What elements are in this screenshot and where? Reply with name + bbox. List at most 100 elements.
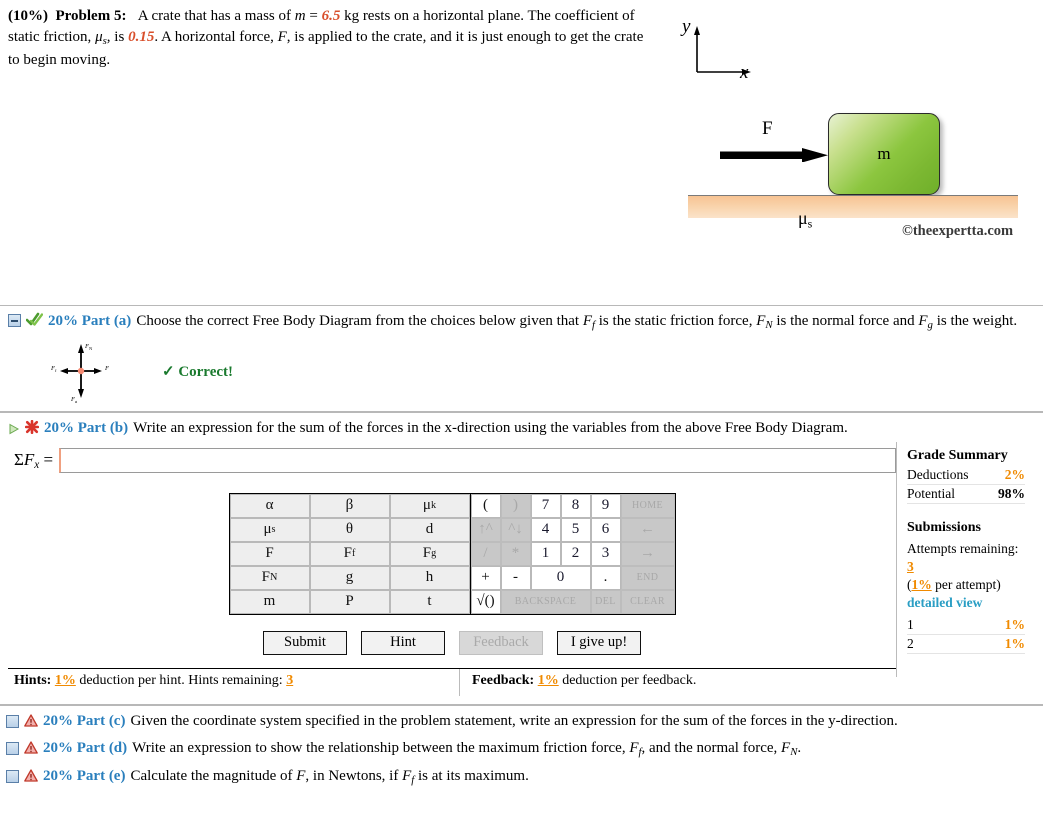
ground-surface <box>688 195 1018 218</box>
coordinate-axes-icon <box>694 26 751 75</box>
part-d-text-1: Write an expression to show the relation… <box>132 740 630 757</box>
mu-value: 0.15 <box>128 29 155 46</box>
keypad-calc-button[interactable]: + <box>470 565 501 590</box>
keypad-calc-button: DEL <box>590 589 621 614</box>
keypad-var-button[interactable]: g <box>309 565 390 590</box>
keypad-calc-button[interactable]: 4 <box>530 517 561 542</box>
keypad-var-button[interactable]: d <box>389 517 470 542</box>
keypad-var-button[interactable]: m <box>229 589 310 614</box>
keypad-calc-button[interactable]: √() <box>470 589 501 614</box>
problem-weight: (10%) <box>8 8 48 24</box>
expand-box-icon[interactable] <box>6 714 19 728</box>
keypad-var-button[interactable]: t <box>389 589 470 614</box>
per-attempt-pct[interactable]: 1% <box>912 577 932 592</box>
problem-statement-text: (10%) Problem 5: A crate that has a mass… <box>8 6 648 71</box>
feedback-info: Feedback: 1% deduction per feedback. <box>460 669 702 696</box>
keypad-row: FFfFg <box>229 541 470 566</box>
submission-row: 2 1% <box>907 635 1025 655</box>
keypad-calc-button[interactable]: 3 <box>590 541 621 566</box>
hint-button[interactable]: Hint <box>361 630 445 655</box>
problem-line1-b: kg rests on a horizontal plane. The <box>340 8 551 24</box>
keypad-calc-button: ← <box>620 517 675 542</box>
part-e-text-1: Calculate the magnitude of <box>130 767 297 784</box>
keypad-var-button[interactable]: α <box>229 493 310 518</box>
svg-text:N: N <box>89 346 93 351</box>
problem-line1-a: A crate that has a mass of <box>137 8 295 24</box>
keypad-variables-section: αβμkμsθdFFfFgFNghmPt <box>229 493 471 614</box>
keypad-calc-button[interactable]: 8 <box>560 493 591 518</box>
part-a-text-2: is the static friction force, <box>595 313 757 329</box>
hints-deduction-pct[interactable]: 1% <box>55 673 76 688</box>
keypad-var-button[interactable]: μs <box>229 517 310 542</box>
expand-triangle-icon[interactable] <box>8 421 20 441</box>
keypad-var-button[interactable]: F <box>229 541 310 566</box>
attempts-info: Attempts remaining: 3 (1% per attempt) d… <box>907 538 1025 613</box>
keypad-var-button[interactable]: h <box>389 565 470 590</box>
attempts-remaining-value[interactable]: 3 <box>907 559 914 574</box>
collapse-box-icon[interactable] <box>8 314 21 327</box>
part-a-var-fn: F <box>756 313 766 329</box>
keypad-row: μsθd <box>229 517 470 542</box>
part-c-block[interactable]: 20% Part (c) Given the coordinate system … <box>0 709 1043 737</box>
mass-variable: m <box>294 8 306 24</box>
force-arrow-icon <box>720 148 828 162</box>
free-body-diagram-icon: F N F f F F g <box>50 343 110 403</box>
part-d-block[interactable]: 20% Part (d) Write an expression to show … <box>0 736 1043 764</box>
part-d-text-3: . <box>797 740 802 757</box>
force-variable: F <box>277 29 287 46</box>
part-a-text-5: the weight. <box>950 313 1018 329</box>
problem-line2-b: , is <box>106 29 129 46</box>
problem-label: Problem 5: <box>55 8 127 24</box>
feedback-deduction-pct[interactable]: 1% <box>538 673 559 688</box>
keypad-calc-button[interactable]: ( <box>470 493 501 518</box>
deductions-value: 2% <box>1004 466 1025 482</box>
give-up-button[interactable]: I give up! <box>557 630 641 655</box>
force-arrow-label: F <box>762 118 773 139</box>
keypad-calc-button[interactable]: 2 <box>560 541 591 566</box>
keypad-calc-button[interactable]: 7 <box>530 493 561 518</box>
keypad-calc-button[interactable]: . <box>590 565 621 590</box>
keypad-var-button[interactable]: θ <box>309 517 390 542</box>
part-a-block: 20% Part (a) Choose the correct Free Body… <box>0 305 1043 413</box>
keypad-calc-button: / <box>470 541 501 566</box>
hints-remaining-count[interactable]: 3 <box>286 673 293 688</box>
expand-box-icon[interactable] <box>6 742 19 756</box>
keypad-var-button[interactable]: μk <box>389 493 470 518</box>
keypad-row: / * 1 2 3 → <box>470 541 675 566</box>
crate-block: m <box>828 113 940 195</box>
part-e-title: 20% Part (e) <box>43 767 126 784</box>
part-e-block[interactable]: 20% Part (e) Calculate the magnitude of F… <box>0 764 1043 792</box>
keypad-calc-button[interactable]: 6 <box>590 517 621 542</box>
keypad-calc-button[interactable]: 0 <box>530 565 591 590</box>
crate-mass-label: m <box>877 144 891 163</box>
feedback-button: Feedback <box>459 630 543 655</box>
keypad-var-button[interactable]: FN <box>229 565 310 590</box>
expand-box-icon[interactable] <box>6 769 19 783</box>
y-axis-label: y <box>682 16 691 37</box>
part-e-text-3: is at its maximum. <box>414 767 529 784</box>
detailed-view-link[interactable]: detailed view <box>907 595 982 610</box>
keypad-var-button[interactable]: Fg <box>389 541 470 566</box>
mass-value: 6.5 <box>321 8 341 24</box>
keypad-calc-button: ) <box>500 493 531 518</box>
submit-button[interactable]: Submit <box>263 630 347 655</box>
svg-text:F: F <box>104 365 110 372</box>
keypad-calc-button[interactable]: 9 <box>590 493 621 518</box>
answer-input[interactable] <box>59 447 896 473</box>
keypad-var-button[interactable]: P <box>309 589 390 614</box>
warning-triangle-icon <box>24 713 38 734</box>
grade-summary-title: Grade Summary <box>907 447 1008 463</box>
keypad-row: ↑^ ^↓ 4 5 6 ← <box>470 517 675 542</box>
keypad-var-button[interactable]: β <box>309 493 390 518</box>
keypad-calc-button[interactable]: 1 <box>530 541 561 566</box>
friction-coefficient-label: μs <box>798 208 812 232</box>
problem-line2-d: , is applied to the crate, and it is jus… <box>286 29 503 46</box>
keypad-calc-button: HOME <box>620 493 675 518</box>
keypad-calc-button[interactable]: 5 <box>560 517 591 542</box>
keypad-calculator-section: () 7 8 9 HOME ↑^ ^↓ 4 5 6 ← / * 1 2 3 → + -0. END √() BACKSPA… <box>470 493 675 614</box>
keypad-calc-button[interactable]: - <box>500 565 531 590</box>
remaining-parts-section: 20% Part (c) Given the coordinate system … <box>0 704 1043 792</box>
svg-text:g: g <box>75 399 78 403</box>
answer-entry-row: ΣFx = <box>8 447 896 473</box>
keypad-var-button[interactable]: Ff <box>309 541 390 566</box>
